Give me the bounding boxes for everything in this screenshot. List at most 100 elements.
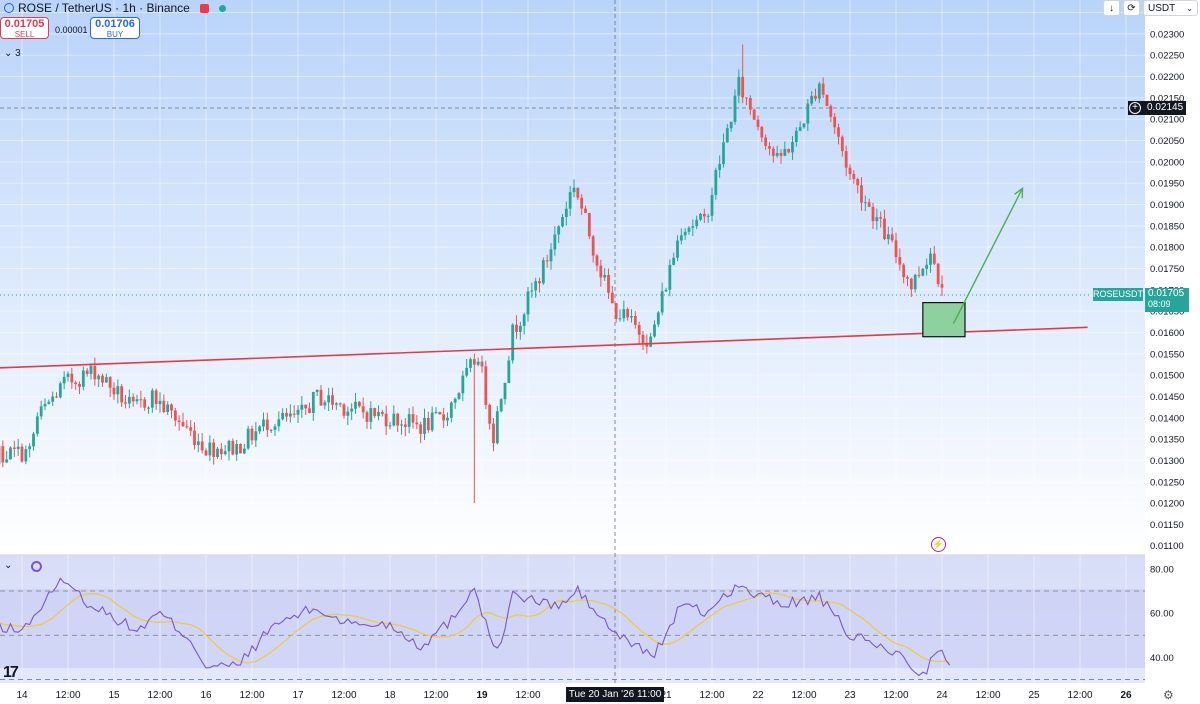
- candle-up: [150, 390, 154, 408]
- candle-up: [603, 274, 607, 278]
- candle-up: [32, 433, 35, 447]
- candle-down: [641, 334, 645, 343]
- time-tick-hour: 12:00: [55, 690, 80, 701]
- spread-value: 0.00001: [55, 25, 88, 35]
- candle-down: [85, 370, 89, 374]
- arrow-down-icon: ↓: [1109, 2, 1114, 14]
- candle-down: [177, 420, 181, 423]
- candle-down: [756, 119, 760, 127]
- candle-down: [419, 424, 423, 434]
- time-tick-hour: 12:00: [423, 690, 448, 701]
- gear-icon[interactable]: ⚙: [1163, 688, 1174, 702]
- candle-down: [860, 185, 863, 203]
- chevron-down-icon: ⌄: [4, 48, 13, 59]
- rsi-indicator-icon[interactable]: [31, 561, 42, 572]
- candle-up: [783, 148, 787, 156]
- refresh-button[interactable]: ⟳: [1123, 0, 1140, 16]
- candle-up: [246, 428, 250, 449]
- candle-up: [875, 217, 879, 222]
- currency-select[interactable]: USDT ⌄: [1143, 0, 1198, 16]
- candle-down: [342, 404, 346, 416]
- candle-up: [706, 215, 710, 217]
- price-tick-label: 0.01800: [1150, 243, 1184, 254]
- candle-up: [388, 425, 392, 427]
- candle-up: [710, 194, 714, 216]
- candle-up: [258, 426, 262, 432]
- candle-up: [350, 408, 354, 412]
- indicators-toggle[interactable]: ⌄ 3: [4, 48, 21, 59]
- candle-up: [24, 449, 28, 462]
- candle-down: [285, 412, 288, 417]
- candle-down: [702, 213, 706, 217]
- candle-up: [925, 264, 929, 269]
- candle-up: [526, 291, 530, 315]
- candle-up: [288, 413, 292, 417]
- plus-icon[interactable]: +: [1129, 102, 1141, 114]
- candle-up: [817, 83, 821, 99]
- candle-down: [607, 274, 610, 293]
- candle-down: [879, 217, 883, 219]
- candle-down: [361, 406, 365, 413]
- candle-down: [480, 361, 484, 367]
- candle-down: [906, 277, 909, 279]
- event-marker-icon[interactable]: ⚡: [931, 537, 946, 552]
- candle-up: [913, 274, 917, 290]
- candle-down: [185, 426, 189, 428]
- candle-down: [384, 413, 388, 427]
- demand-zone-box: [922, 301, 966, 338]
- price-tick-label: 0.01500: [1150, 371, 1184, 382]
- candle-down: [825, 94, 829, 107]
- candle-up: [863, 202, 867, 204]
- price-tick-label: 0.02100: [1150, 115, 1184, 126]
- candle-up: [273, 426, 277, 430]
- price-tick-label: 0.01550: [1150, 349, 1184, 360]
- candle-up: [323, 402, 327, 406]
- crosshair-time-label: Tue 20 Jan '26 11:00: [566, 687, 664, 702]
- candle-up: [929, 253, 932, 265]
- candle-up: [618, 318, 622, 320]
- candle-up: [564, 208, 568, 218]
- rsi-collapse-toggle[interactable]: ⌄: [4, 560, 12, 571]
- symbol-tag-label: ROSEUSDT: [1093, 289, 1144, 299]
- candle-down: [752, 109, 756, 120]
- candle-up: [227, 440, 231, 452]
- candle-down: [415, 422, 419, 425]
- candle-up: [725, 128, 729, 143]
- buy-button[interactable]: 0.01706 BUY: [90, 17, 140, 39]
- candle-down: [292, 413, 296, 415]
- candle-up: [461, 375, 465, 394]
- rsi-tick-label: 40.00: [1150, 653, 1174, 664]
- candle-down: [844, 151, 848, 168]
- candle-down: [591, 236, 595, 256]
- candle-down: [403, 424, 407, 427]
- price-tick-label: 0.01300: [1150, 456, 1184, 467]
- candle-up: [104, 377, 108, 383]
- candle-down: [545, 260, 549, 262]
- candle-up: [147, 407, 150, 409]
- candle-up: [354, 401, 357, 409]
- candle-down: [181, 422, 185, 427]
- candle-up: [687, 227, 691, 232]
- candle-down: [139, 399, 143, 401]
- candle-up: [377, 411, 380, 417]
- market-closed-icon: [199, 3, 209, 13]
- download-button[interactable]: ↓: [1103, 0, 1120, 16]
- candle-down: [829, 106, 833, 117]
- candle-up: [630, 315, 633, 318]
- candle-down: [484, 366, 488, 405]
- chart-header[interactable]: ROSE / TetherUS · 1h · Binance: [4, 1, 226, 15]
- sell-button[interactable]: 0.01705 SELL: [0, 17, 49, 39]
- candle-down: [204, 450, 208, 456]
- chart-canvas[interactable]: 0.023500.023000.022500.022000.021500.021…: [0, 0, 1200, 704]
- candle-down: [760, 126, 764, 138]
- candle-up: [495, 411, 499, 444]
- candle-up: [810, 95, 814, 104]
- rsi-tick-label: 60.00: [1150, 609, 1174, 620]
- candle-up: [806, 103, 810, 124]
- symbol-title[interactable]: ROSE / TetherUS · 1h · Binance: [18, 1, 190, 15]
- candle-down: [637, 324, 641, 335]
- candle-up: [262, 419, 265, 427]
- time-tick-day: 22: [752, 690, 764, 701]
- candle-down: [917, 274, 921, 276]
- candle-up: [43, 403, 47, 407]
